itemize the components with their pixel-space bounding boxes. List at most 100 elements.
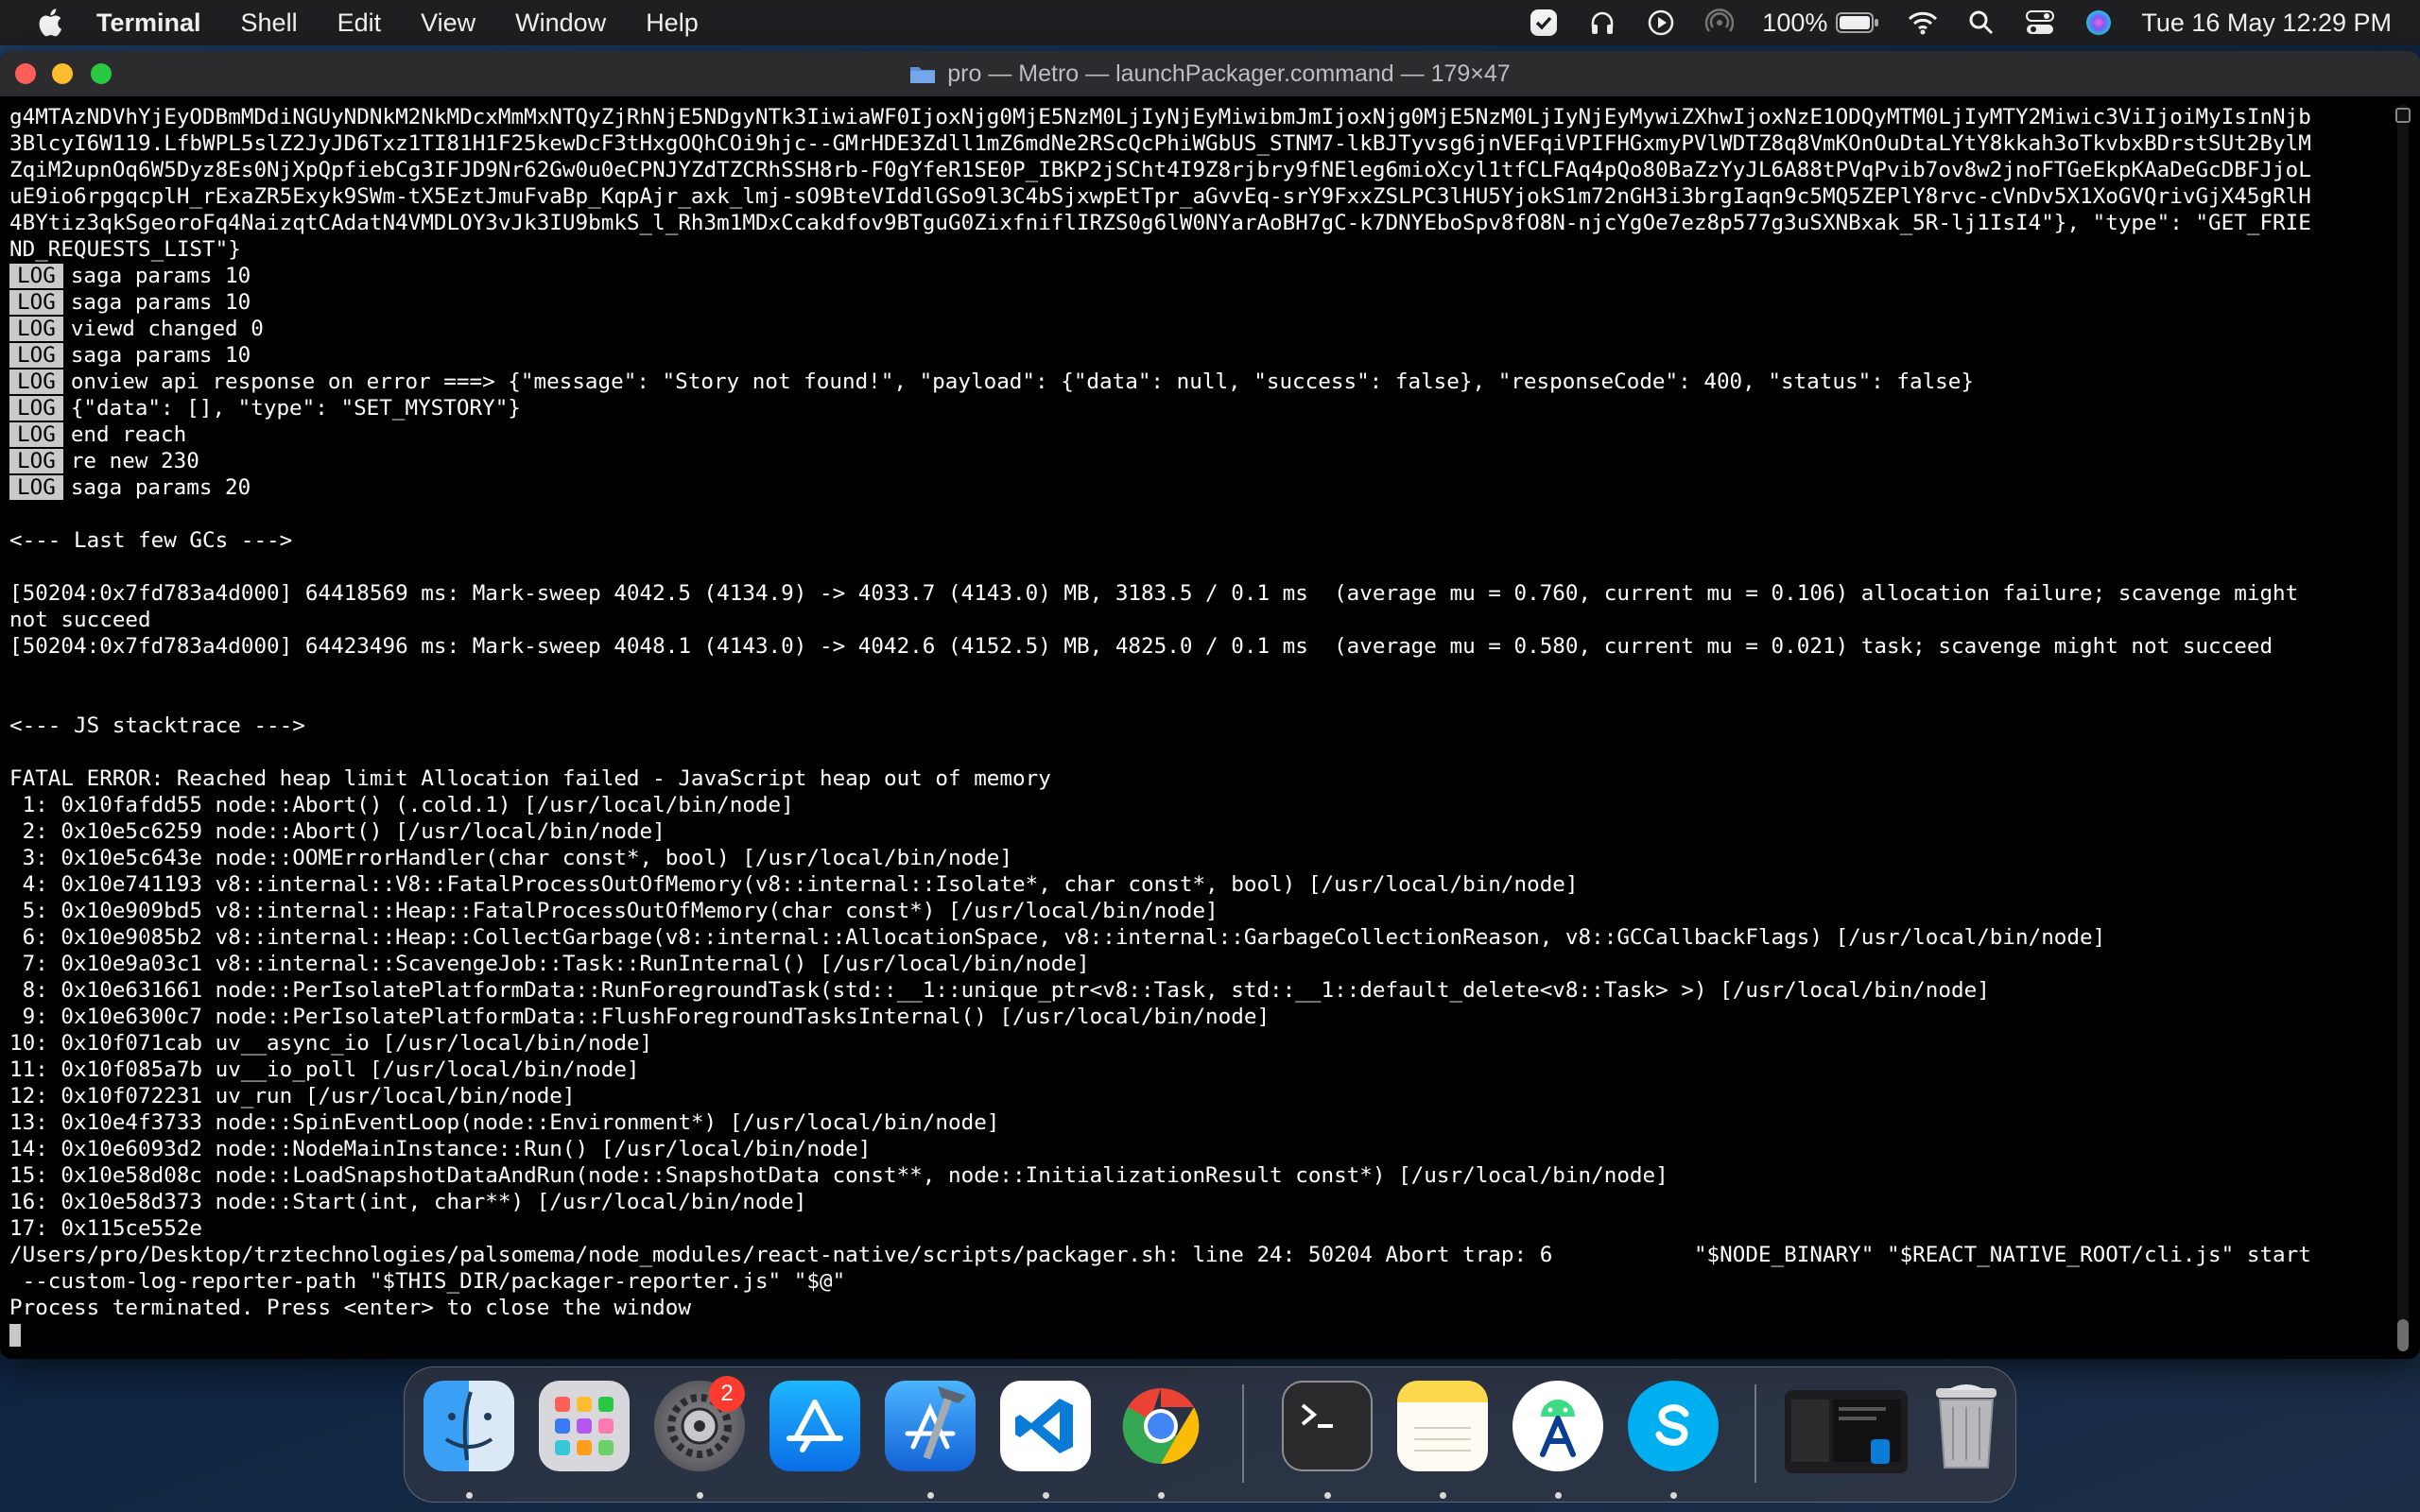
terminal-running-indicator <box>1324 1492 1331 1499</box>
skype-icon[interactable] <box>1628 1381 1719 1471</box>
terminal-line: 11: 0x10f085a7b uv__io_poll [/usr/local/… <box>9 1057 2392 1083</box>
terminal-line-text: saga params 10 <box>70 264 251 288</box>
terminal-line: ZqiM2upnOq6W5Dyz8Es0NjXpQpfiebCg3IFJD9Nr… <box>9 157 2392 183</box>
title-bar[interactable]: pro — Metro — launchPackager.command — 1… <box>0 51 2420 97</box>
play-icon[interactable] <box>1645 7 1677 39</box>
log-line: LOG saga params 20 <box>9 474 2392 501</box>
airdrop-icon[interactable] <box>1703 7 1736 39</box>
terminal-line: 15: 0x10e58d08c node::LoadSnapshotDataAn… <box>9 1162 2392 1189</box>
terminal-line-text: {"data": [], "type": "SET_MYSTORY"} <box>70 396 521 421</box>
terminal-line-text: end reach <box>70 422 187 447</box>
log-badge: LOG <box>9 343 63 368</box>
menu-edit[interactable]: Edit <box>337 9 382 38</box>
dock-separator <box>1242 1384 1244 1483</box>
scrollbar[interactable] <box>2394 104 2412 1351</box>
terminal-line-text: saga params 20 <box>70 475 251 500</box>
terminal-line-text: 17: 0x115ce552e <box>9 1216 203 1241</box>
launchpad-icon[interactable] <box>539 1381 630 1471</box>
terminal-line-text: 2: 0x10e5c6259 node::Abort() [/usr/local… <box>9 819 666 844</box>
minimized-window-thumbnail[interactable] <box>1785 1390 1908 1473</box>
xcode-running-indicator <box>927 1492 934 1499</box>
log-badge: LOG <box>9 290 63 315</box>
terminal-line: 12: 0x10f072231 uv_run [/usr/local/bin/n… <box>9 1083 2392 1109</box>
terminal-line: 4BYtiz3qkSgeoroFq4NaizqtCAdatN4VMDLOY3vJ… <box>9 210 2392 236</box>
chrome-running-indicator <box>1158 1492 1165 1499</box>
terminal-line-text: 4BYtiz3qkSgeoroFq4NaizqtCAdatN4VMDLOY3vJ… <box>9 211 2311 235</box>
terminal-window: pro — Metro — launchPackager.command — 1… <box>0 51 2420 1359</box>
dock <box>404 1366 2016 1503</box>
terminal-output[interactable]: g4MTAzNDVhYjEyODBmMDdiNGUyNDNkM2NkMDcxMm… <box>9 104 2392 1351</box>
menu-clock[interactable]: Tue 16 May 12:29 PM <box>2141 9 2392 38</box>
terminal-icon[interactable] <box>1282 1381 1373 1471</box>
terminal-line: 5: 0x10e909bd5 v8::internal::Heap::Fatal… <box>9 898 2392 924</box>
finder-icon[interactable] <box>424 1381 514 1471</box>
headphones-icon[interactable] <box>1586 7 1618 39</box>
terminal-line: g4MTAzNDVhYjEyODBmMDdiNGUyNDNkM2NkMDcxMm… <box>9 104 2392 130</box>
apple-icon[interactable] <box>36 7 68 39</box>
search-icon[interactable] <box>1965 7 1997 39</box>
checkmark-status-icon[interactable] <box>1528 7 1560 39</box>
xcode-icon[interactable] <box>885 1381 976 1471</box>
scroll-indicator-icon[interactable] <box>2395 108 2411 123</box>
terminal-line: ND_REQUESTS_LIST"} <box>9 236 2392 263</box>
menu-app-terminal[interactable]: Terminal <box>96 9 201 38</box>
terminal-line-text: 16: 0x10e58d373 node::Start(int, char**)… <box>9 1190 807 1214</box>
vscode-icon[interactable] <box>1000 1381 1091 1471</box>
prompt-line[interactable] <box>9 1321 2392 1348</box>
terminal-line-text: 10: 0x10f071cab uv__async_io [/usr/local… <box>9 1031 653 1056</box>
terminal-line-text: /Users/pro/Desktop/trztechnologies/palso… <box>9 1243 2311 1267</box>
terminal-line-text: viewd changed 0 <box>70 317 264 341</box>
scrollbar-track[interactable] <box>2397 104 2409 1351</box>
terminal-line: uE9io6rpgqcplH_rExaZR5Exyk9SWm-tX5EztJmu… <box>9 183 2392 210</box>
dock-separator-2 <box>1754 1384 1756 1483</box>
terminal-line-text: 4: 0x10e741193 v8::internal::V8::FatalPr… <box>9 872 1579 897</box>
battery-icon[interactable] <box>1835 7 1880 39</box>
window-title-text: pro — Metro — launchPackager.command — 1… <box>947 60 1511 87</box>
terminal-line-text: [50204:0x7fd783a4d000] 64418569 ms: Mark… <box>9 581 2299 606</box>
log-line: LOG end reach <box>9 421 2392 448</box>
menu-help[interactable]: Help <box>646 9 699 38</box>
control-center-icon[interactable] <box>2024 7 2056 39</box>
terminal-line: 1: 0x10fafdd55 node::Abort() (.cold.1) [… <box>9 792 2392 818</box>
scrollbar-thumb[interactable] <box>2397 1319 2409 1351</box>
siri-icon[interactable] <box>2083 7 2115 39</box>
terminal-line-text: 6: 0x10e9085b2 v8::internal::Heap::Colle… <box>9 925 2106 950</box>
menu-view[interactable]: View <box>421 9 475 38</box>
terminal-line: 16: 0x10e58d373 node::Start(int, char**)… <box>9 1189 2392 1215</box>
log-badge: LOG <box>9 475 63 500</box>
terminal-line: 7: 0x10e9a03c1 v8::internal::ScavengeJob… <box>9 951 2392 977</box>
android-studio-icon[interactable] <box>1512 1381 1603 1471</box>
terminal-line: [50204:0x7fd783a4d000] 64418569 ms: Mark… <box>9 580 2392 607</box>
terminal-line-text: 7: 0x10e9a03c1 v8::internal::ScavengeJob… <box>9 952 1090 976</box>
terminal-line: <--- Last few GCs ---> <box>9 527 2392 554</box>
terminal-line-text: <--- Last few GCs ---> <box>9 528 293 553</box>
terminal-line: 3: 0x10e5c643e node::OOMErrorHandler(cha… <box>9 845 2392 871</box>
trash-icon[interactable] <box>1921 1381 2012 1471</box>
wifi-icon[interactable] <box>1907 7 1939 39</box>
terminal-line-text: 11: 0x10f085a7b uv__io_poll [/usr/local/… <box>9 1057 640 1082</box>
skype-running-indicator <box>1670 1492 1677 1499</box>
terminal-line: 2: 0x10e5c6259 node::Abort() [/usr/local… <box>9 818 2392 845</box>
log-badge: LOG <box>9 317 63 341</box>
log-badge: LOG <box>9 422 63 447</box>
app-store-icon[interactable] <box>769 1381 860 1471</box>
log-badge: LOG <box>9 396 63 421</box>
terminal-line: 4: 0x10e741193 v8::internal::V8::FatalPr… <box>9 871 2392 898</box>
terminal-line: FATAL ERROR: Reached heap limit Allocati… <box>9 765 2392 792</box>
menu-bar: Terminal Shell Edit View Window Help 100… <box>0 0 2420 45</box>
terminal-line: 8: 0x10e631661 node::PerIsolatePlatformD… <box>9 977 2392 1004</box>
log-line: LOG {"data": [], "type": "SET_MYSTORY"} <box>9 395 2392 421</box>
android-studio-running-indicator <box>1555 1492 1562 1499</box>
notes-icon[interactable] <box>1397 1381 1488 1471</box>
terminal-line-text: --custom-log-reporter-path "$THIS_DIR/pa… <box>9 1269 846 1294</box>
menu-window[interactable]: Window <box>515 9 606 38</box>
vscode-running-indicator <box>1043 1492 1049 1499</box>
terminal-line-text: ND_REQUESTS_LIST"} <box>9 237 241 262</box>
chrome-icon[interactable] <box>1115 1381 1206 1471</box>
menu-shell[interactable]: Shell <box>241 9 298 38</box>
terminal-line-text: not succeed <box>9 608 151 632</box>
system-settings-running-indicator <box>697 1492 703 1499</box>
log-badge: LOG <box>9 264 63 288</box>
